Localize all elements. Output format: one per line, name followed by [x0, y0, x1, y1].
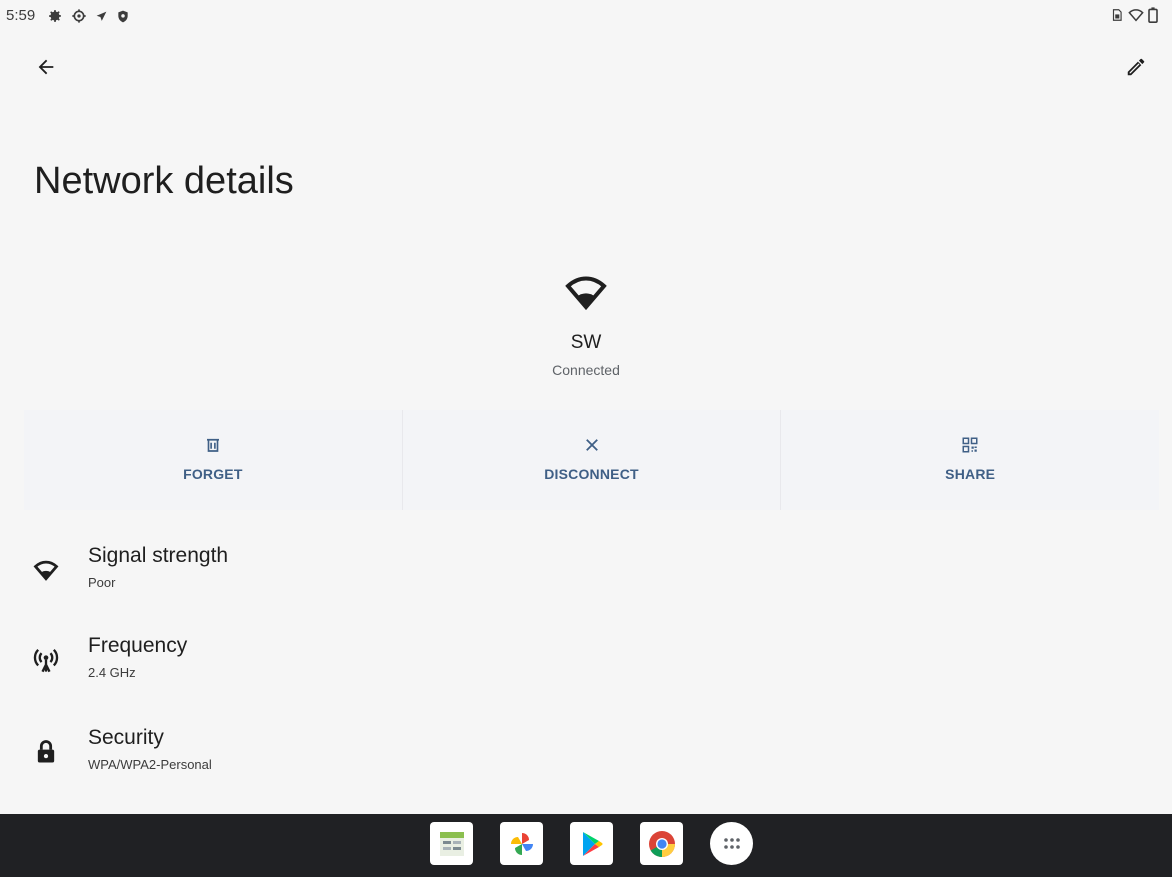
detail-security[interactable]: Security WPA/WPA2-Personal — [0, 722, 1172, 782]
page-title: Network details — [34, 160, 294, 202]
close-icon — [585, 439, 598, 451]
photos-app-icon[interactable] — [500, 822, 543, 865]
wifi-icon — [1128, 9, 1144, 22]
detail-value: 2.4 GHz — [88, 665, 136, 680]
app-drawer-icon[interactable] — [710, 822, 753, 865]
network-name: SW — [570, 332, 602, 353]
share-button[interactable]: SHARE — [781, 410, 1159, 510]
taskbar — [0, 814, 1172, 877]
forget-button[interactable]: FORGET — [24, 410, 403, 510]
action-row: FORGET DISCONNECT SHARE — [24, 410, 1159, 510]
disconnect-label: DISCONNECT — [544, 466, 639, 482]
wifi-icon — [33, 560, 59, 581]
files-app-icon[interactable] — [430, 822, 473, 865]
disconnect-button[interactable]: DISCONNECT — [403, 410, 782, 510]
detail-title: Signal strength — [88, 544, 229, 567]
back-button[interactable] — [24, 45, 68, 89]
settings-cog-icon — [72, 9, 86, 23]
detail-title: Frequency — [88, 634, 188, 657]
arrow-back-icon — [38, 59, 54, 75]
network-summary: SW Connected — [0, 268, 1172, 378]
status-time: 5:59 — [6, 7, 36, 24]
chrome-app-icon[interactable] — [640, 822, 683, 865]
detail-frequency[interactable]: Frequency 2.4 GHz — [0, 630, 1172, 690]
status-bar: 5:59 — [0, 0, 1172, 34]
status-icons-left — [47, 8, 130, 24]
pencil-icon — [1127, 58, 1145, 76]
lock-icon — [37, 740, 55, 763]
status-icons-right — [1110, 7, 1158, 23]
sim-card-icon — [1112, 9, 1122, 21]
battery-icon — [1148, 7, 1158, 23]
detail-value: Poor — [88, 575, 116, 590]
location-arrow-icon — [96, 11, 107, 21]
trash-icon — [206, 438, 219, 452]
app-dock — [430, 822, 753, 865]
qr-code-icon — [962, 437, 978, 453]
antenna-icon — [33, 649, 59, 673]
detail-value: WPA/WPA2-Personal — [88, 757, 212, 772]
share-label: SHARE — [945, 466, 996, 482]
settings-gear-icon — [49, 10, 61, 22]
detail-signal-strength[interactable]: Signal strength Poor — [0, 540, 1172, 600]
play-store-app-icon[interactable] — [570, 822, 613, 865]
network-status: Connected — [552, 362, 620, 378]
forget-label: FORGET — [183, 466, 243, 482]
shield-icon — [118, 10, 128, 22]
edit-button[interactable] — [1114, 45, 1158, 89]
wifi-icon — [565, 276, 607, 311]
detail-title: Security — [88, 726, 164, 749]
